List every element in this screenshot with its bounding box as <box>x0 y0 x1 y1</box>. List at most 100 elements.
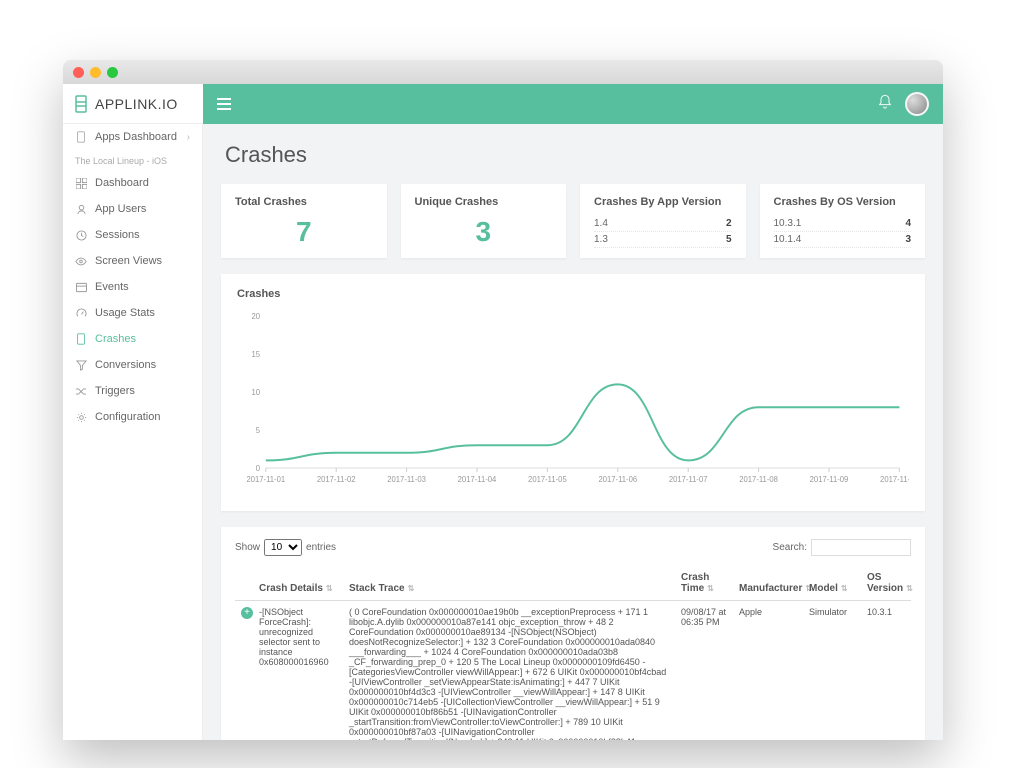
cell-crash-details: -[NSObject ForceCrash]: unrecognized sel… <box>253 601 343 741</box>
svg-text:0: 0 <box>256 464 261 473</box>
crashes-line-chart: 051015202017-11-012017-11-022017-11-0320… <box>237 306 909 496</box>
column-header <box>235 566 253 601</box>
cell-model: Simulator <box>803 601 861 741</box>
eye-icon <box>75 255 87 267</box>
menu-toggle-icon[interactable] <box>217 98 231 110</box>
gear-icon <box>75 411 87 423</box>
sidebar-item-label: Crashes <box>95 333 136 345</box>
crash-table-card: Show 10 entries Search: Crash Details⇅St… <box>221 527 925 740</box>
card-title: Total Crashes <box>235 196 373 208</box>
window-minimize-dot[interactable] <box>90 67 101 78</box>
svg-text:5: 5 <box>256 426 261 435</box>
sidebar-item-label: Sessions <box>95 229 140 241</box>
sort-icon: ⇅ <box>326 584 333 593</box>
card-value: 7 <box>235 216 373 248</box>
kv-value: 2 <box>726 218 732 229</box>
column-header[interactable]: Crash Details⇅ <box>253 566 343 601</box>
show-label-pre: Show <box>235 542 260 553</box>
page-title: Crashes <box>221 124 925 184</box>
sidebar-section-label: The Local Lineup - iOS <box>63 150 202 170</box>
table-row: +-[NSObject ForceCrash]: unrecognized se… <box>235 601 911 741</box>
column-header[interactable]: Model⇅ <box>803 566 861 601</box>
main-content: Crashes Total Crashes 7 Unique Crashes 3… <box>203 124 943 740</box>
sidebar-item-label: Dashboard <box>95 177 149 189</box>
funnel-icon <box>75 359 87 371</box>
sort-icon: ⇅ <box>408 584 415 593</box>
brand-logo[interactable]: APPLINK.IO <box>63 84 203 124</box>
sidebar-item-dashboard[interactable]: Dashboard <box>63 170 202 196</box>
svg-text:15: 15 <box>252 350 261 359</box>
show-label-post: entries <box>306 542 336 553</box>
kv-row: 1.42 <box>594 216 732 232</box>
sidebar-item-label: Screen Views <box>95 255 162 267</box>
kv-row: 10.1.4 3 <box>774 232 912 248</box>
brand-mark-icon <box>73 95 89 113</box>
chart-title: Crashes <box>237 288 909 300</box>
column-header[interactable]: Manufacturer⇅ <box>733 566 803 601</box>
cell-stack-trace: ( 0 CoreFoundation 0x000000010ae19b0b __… <box>343 601 675 741</box>
shuffle-icon <box>75 385 87 397</box>
card-title: Crashes By App Version <box>594 196 732 208</box>
sidebar-item-label: App Users <box>95 203 146 215</box>
svg-text:20: 20 <box>252 312 261 321</box>
sidebar-item-label: Triggers <box>95 385 135 397</box>
card-title: Unique Crashes <box>415 196 553 208</box>
column-header[interactable]: Stack Trace⇅ <box>343 566 675 601</box>
chart-card: Crashes 051015202017-11-012017-11-022017… <box>221 274 925 511</box>
crash-table: Crash Details⇅Stack Trace⇅Crash Time⇅Man… <box>235 566 911 740</box>
kv-value: 4 <box>905 218 911 229</box>
chevron-right-icon: › <box>187 132 190 143</box>
kv-value: 5 <box>726 234 732 245</box>
sidebar-item-conversions[interactable]: Conversions <box>63 352 202 378</box>
sidebar-item-triggers[interactable]: Triggers <box>63 378 202 404</box>
brand-name: APPLINK.IO <box>95 96 178 112</box>
sort-icon: ⇅ <box>707 584 714 593</box>
clock-icon <box>75 229 87 241</box>
svg-text:2017-11-10: 2017-11-10 <box>880 475 909 484</box>
svg-text:2017-11-03: 2017-11-03 <box>387 475 426 484</box>
card-by-os-version: Crashes By OS Version 10.3.1 4 10.1.4 3 <box>760 184 926 258</box>
cell-os-version: 10.3.1 <box>861 601 911 741</box>
sidebar-item-label: Apps Dashboard <box>95 131 177 143</box>
window-zoom-dot[interactable] <box>107 67 118 78</box>
search-label: Search: <box>773 542 807 553</box>
sidebar: Apps Dashboard › The Local Lineup - iOS … <box>63 124 203 740</box>
sidebar-item-usage-stats[interactable]: Usage Stats <box>63 300 202 326</box>
sidebar-item-apps-dashboard[interactable]: Apps Dashboard › <box>63 124 202 150</box>
sidebar-item-app-users[interactable]: App Users <box>63 196 202 222</box>
sort-icon: ⇅ <box>906 584 913 593</box>
user-avatar[interactable] <box>905 92 929 116</box>
column-header[interactable]: Crash Time⇅ <box>675 566 733 601</box>
kv-row: 1.35 <box>594 232 732 248</box>
kv-key: 1.4 <box>594 218 608 229</box>
svg-text:2017-11-09: 2017-11-09 <box>810 475 849 484</box>
sidebar-item-events[interactable]: Events <box>63 274 202 300</box>
kv-key: 10.1.4 <box>774 234 802 245</box>
svg-text:2017-11-08: 2017-11-08 <box>739 475 778 484</box>
kv-key: 1.3 <box>594 234 608 245</box>
page-size-select[interactable]: 10 <box>264 539 302 556</box>
kv-row: 10.3.1 4 <box>774 216 912 232</box>
cell-crash-time: 09/08/17 at 06:35 PM <box>675 601 733 741</box>
sidebar-item-crashes[interactable]: Crashes <box>63 326 202 352</box>
window-close-dot[interactable] <box>73 67 84 78</box>
sidebar-item-screen-views[interactable]: Screen Views <box>63 248 202 274</box>
kv-key: 10.3.1 <box>774 218 802 229</box>
svg-text:2017-11-02: 2017-11-02 <box>317 475 356 484</box>
notifications-bell-icon[interactable] <box>877 94 893 115</box>
sidebar-item-configuration[interactable]: Configuration <box>63 404 202 430</box>
card-title: Crashes By OS Version <box>774 196 912 208</box>
sidebar-item-label: Configuration <box>95 411 160 423</box>
sort-icon: ⇅ <box>841 584 848 593</box>
search-input[interactable] <box>811 539 911 556</box>
sidebar-item-label: Events <box>95 281 129 293</box>
column-header[interactable]: OS Version⇅ <box>861 566 911 601</box>
card-total-crashes: Total Crashes 7 <box>221 184 387 258</box>
sidebar-item-sessions[interactable]: Sessions <box>63 222 202 248</box>
window-titlebar <box>63 60 943 84</box>
svg-text:2017-11-05: 2017-11-05 <box>528 475 567 484</box>
expand-row-button[interactable]: + <box>241 607 253 619</box>
kv-value: 3 <box>905 234 911 245</box>
svg-text:2017-11-07: 2017-11-07 <box>669 475 708 484</box>
svg-text:2017-11-01: 2017-11-01 <box>246 475 285 484</box>
